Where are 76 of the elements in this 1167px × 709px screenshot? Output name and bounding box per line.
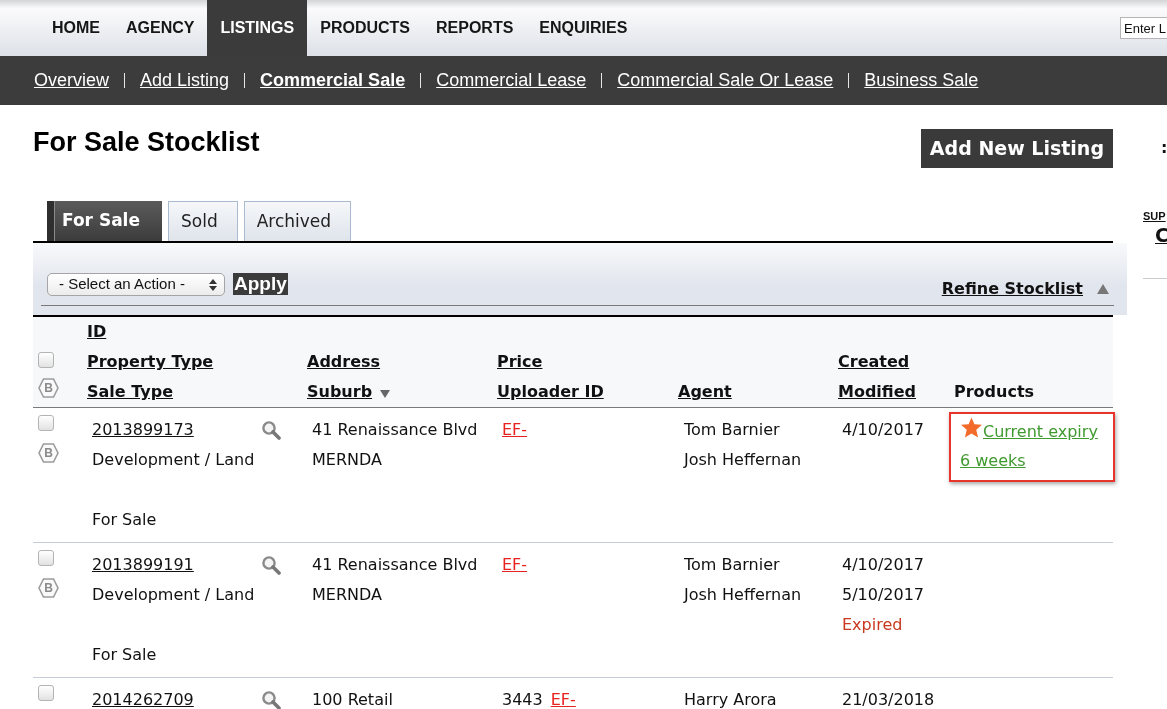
- page-title: For Sale Stocklist: [33, 126, 260, 158]
- column-header-link[interactable]: Agent: [678, 382, 732, 402]
- subnav-link[interactable]: Add Listing: [140, 67, 230, 94]
- created-date: 4/10/2017: [842, 420, 925, 440]
- sale-type: For Sale: [92, 645, 157, 665]
- subnav-link[interactable]: Business Sale: [864, 67, 979, 94]
- checkbox[interactable]: [38, 415, 54, 431]
- b-hexagon-icon: B: [38, 443, 59, 463]
- listing-id-link[interactable]: 2013899173: [92, 420, 194, 440]
- apply-button[interactable]: Apply: [233, 273, 288, 295]
- tab[interactable]: Archived: [243, 201, 352, 241]
- nav-tab[interactable]: HOME: [39, 0, 113, 56]
- checkbox[interactable]: [38, 352, 54, 368]
- modified-date: 5/10/2017: [842, 585, 925, 605]
- nav-tab[interactable]: REPORTS: [423, 0, 527, 56]
- column-header-link[interactable]: Price: [497, 352, 543, 372]
- search-icon[interactable]: [261, 690, 281, 709]
- suburb: MERNDA: [312, 585, 382, 605]
- property-type: Development / Land: [92, 585, 255, 605]
- nav-tab[interactable]: LISTINGS: [207, 0, 308, 56]
- column-header-link[interactable]: Property Type: [87, 352, 214, 372]
- product-link[interactable]: Current expiry: [983, 422, 1098, 442]
- b-hexagon-icon: B: [38, 578, 59, 598]
- column-header-link[interactable]: ID: [87, 322, 107, 342]
- subnav-link[interactable]: Commercial Lease: [436, 67, 587, 94]
- column-header: Products: [954, 382, 1035, 402]
- agent-name: Josh Heffernan: [684, 585, 802, 605]
- agency-code-link[interactable]: EF-: [502, 555, 528, 575]
- product-detail-link[interactable]: 6 weeks: [960, 451, 1026, 471]
- listing-id-link[interactable]: 2013899191: [92, 555, 194, 575]
- subnav-link[interactable]: Overview: [34, 67, 109, 94]
- column-header-link[interactable]: Modified: [838, 382, 916, 402]
- star-icon: [960, 417, 983, 438]
- nav-tab[interactable]: PRODUCTS: [307, 0, 423, 56]
- tab[interactable]: For Sale: [47, 201, 162, 241]
- agent-name: Tom Barnier: [684, 420, 780, 440]
- price: 3443: [502, 690, 543, 709]
- nav-tab[interactable]: AGENCY: [113, 0, 208, 56]
- agency-code-link[interactable]: EF-: [502, 420, 528, 440]
- tab[interactable]: Sold: [168, 201, 238, 241]
- add-listing-button[interactable]: Add New Listing: [920, 129, 1113, 168]
- agency-code-link[interactable]: EF-: [550, 690, 576, 709]
- sidebar-heading-link[interactable]: SUP: [1143, 210, 1166, 222]
- agent-name: Harry Arora: [684, 690, 777, 709]
- b-hexagon-icon: B: [38, 378, 59, 398]
- search-icon[interactable]: [261, 420, 281, 440]
- up-triangle-icon[interactable]: [1097, 284, 1109, 294]
- sale-type: For Sale: [92, 510, 157, 530]
- created-date: 21/03/2018: [842, 690, 935, 709]
- property-type: Development / Land: [92, 450, 255, 470]
- checkbox[interactable]: [38, 685, 54, 701]
- sidebar-link[interactable]: C: [1155, 225, 1167, 245]
- column-header-link[interactable]: Address: [307, 352, 381, 372]
- search-field[interactable]: Enter L: [1120, 17, 1167, 39]
- sidebar-text: :: [1161, 140, 1167, 156]
- column-header-link[interactable]: Created: [838, 352, 910, 372]
- agent-name: Tom Barnier: [684, 555, 780, 575]
- address: 100 Retail: [312, 690, 393, 709]
- address: 41 Renaissance Blvd: [312, 420, 478, 440]
- address: 41 Renaissance Blvd: [312, 555, 478, 575]
- column-header-link[interactable]: Uploader ID: [497, 382, 604, 402]
- checkbox[interactable]: [38, 550, 54, 566]
- action-select[interactable]: - Select an Action -: [47, 273, 225, 296]
- suburb: MERNDA: [312, 450, 382, 470]
- nav-tab[interactable]: ENQUIRIES: [526, 0, 641, 56]
- search-icon[interactable]: [261, 555, 281, 575]
- up-down-arrows-icon: [209, 278, 217, 291]
- subnav-link[interactable]: Commercial Sale Or Lease: [617, 67, 834, 94]
- column-header-link[interactable]: Suburb: [307, 382, 373, 402]
- column-header-link[interactable]: Sale Type: [87, 382, 173, 402]
- created-date: 4/10/2017: [842, 555, 925, 575]
- listing-id-link[interactable]: 2014262709: [92, 690, 194, 709]
- agent-name: Josh Heffernan: [684, 450, 802, 470]
- subnav-link[interactable]: Commercial Sale: [260, 67, 406, 94]
- status-text: Expired: [842, 615, 903, 635]
- refine-link[interactable]: Refine Stocklist: [941, 279, 1083, 299]
